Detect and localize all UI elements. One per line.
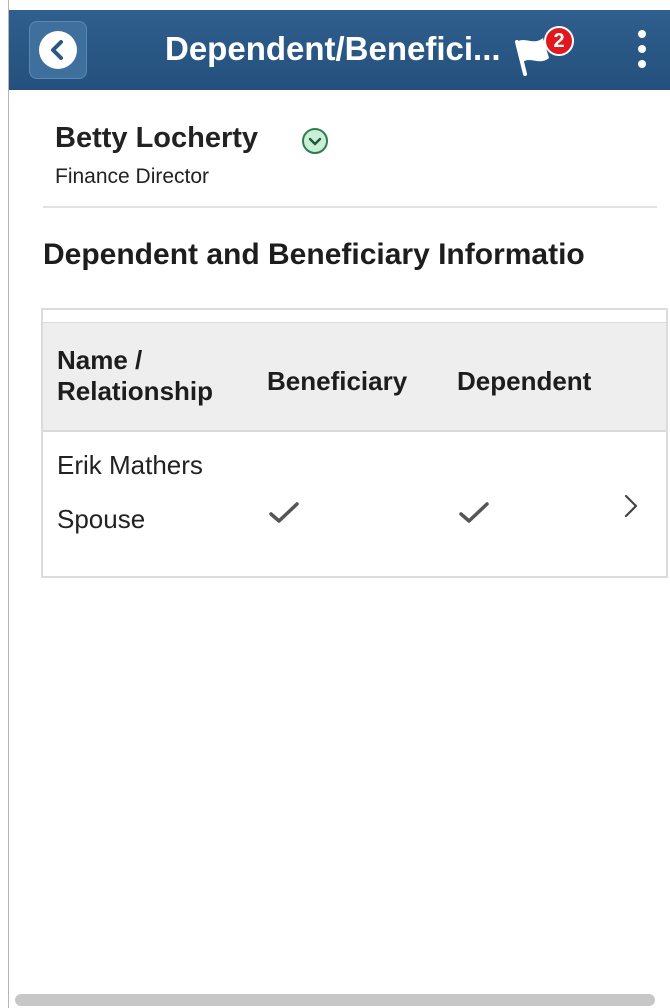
employee-name: Betty Locherty [55, 122, 259, 154]
header-bar: Dependent/Benefici... 2 [9, 10, 670, 90]
back-button[interactable] [29, 21, 87, 79]
column-header-name-line1: Name / [57, 345, 143, 375]
chevron-right-icon [624, 494, 638, 518]
dependent-check-icon [459, 502, 489, 523]
column-header-name[interactable]: Name / Relationship [57, 345, 213, 407]
notification-count-badge: 2 [544, 26, 574, 56]
kebab-menu-button[interactable] [629, 30, 653, 74]
beneficiary-check-icon [269, 502, 299, 523]
table-row[interactable]: Erik Mathers Spouse [43, 432, 666, 576]
kebab-dot [638, 45, 646, 53]
kebab-dot [638, 60, 646, 68]
dependents-grid: Name / Relationship Beneficiary Dependen… [41, 308, 668, 578]
horizontal-scrollbar[interactable] [15, 994, 655, 1006]
dependent-name: Erik Mathers [57, 450, 203, 480]
employee-job-title: Finance Director [55, 165, 210, 188]
page-title: Dependent/Benefici... [165, 30, 501, 67]
related-actions-button[interactable] [302, 128, 328, 154]
chevron-left-icon [39, 31, 77, 69]
section-title: Dependent and Beneficiary Informatio [43, 238, 585, 271]
chevron-down-circle-icon [308, 137, 322, 146]
column-header-name-line2: Relationship [57, 376, 214, 406]
kebab-menu-icon [638, 30, 646, 38]
column-header-beneficiary[interactable]: Beneficiary [267, 366, 407, 397]
dependent-relationship: Spouse [57, 504, 146, 534]
divider [43, 206, 657, 208]
app-window: Dependent/Benefici... 2 Betty Locherty F… [8, 0, 670, 1008]
column-header-dependent[interactable]: Dependent [457, 366, 591, 397]
grid-header: Name / Relationship Beneficiary Dependen… [43, 322, 666, 432]
